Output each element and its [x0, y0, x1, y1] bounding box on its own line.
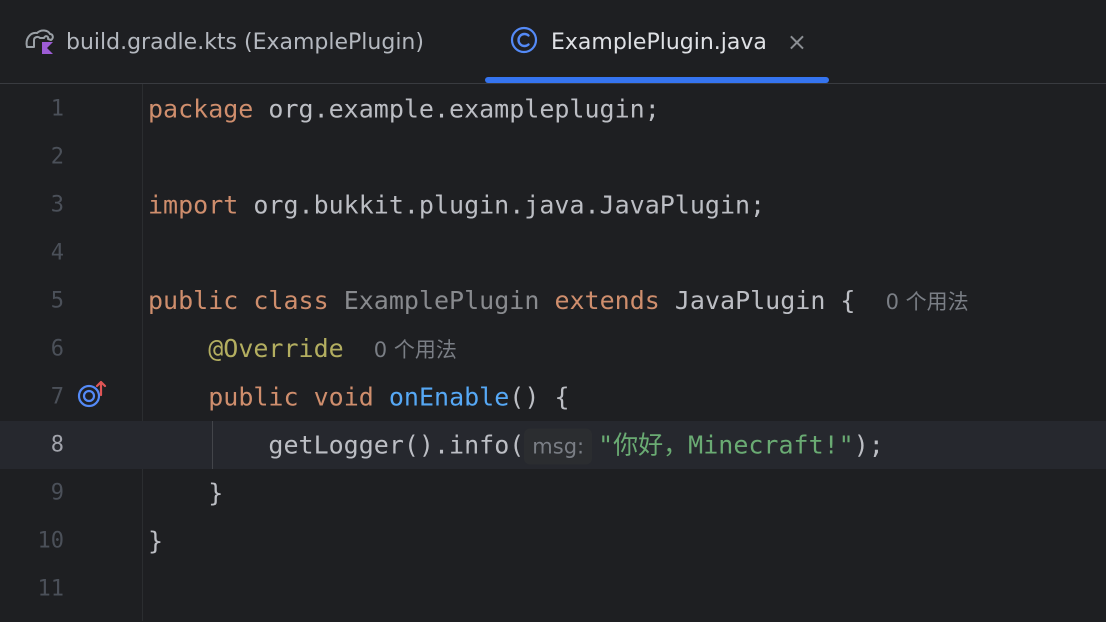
code-line[interactable]: 11	[0, 565, 1106, 613]
string-literal: "你好，Minecraft!"	[598, 430, 854, 460]
code-token: org.example.exampleplugin;	[253, 94, 660, 124]
code-token: org.bukkit.plugin.java.JavaPlugin;	[238, 190, 766, 220]
code-token: );	[853, 430, 884, 460]
usages-hint[interactable]: 0 个用法	[374, 338, 457, 362]
code-line[interactable]: 5 public class ExamplePlugin extends Jav…	[0, 277, 1106, 325]
line-number: 3	[50, 192, 64, 218]
close-icon[interactable]: ×	[787, 30, 807, 54]
tab-example-plugin-java[interactable]: ExamplePlugin.java ×	[509, 0, 807, 84]
keyword: public	[208, 382, 299, 412]
code-editor[interactable]: 1 package org.example.exampleplugin; 2 3…	[0, 84, 1106, 621]
usages-hint[interactable]: 0 个用法	[886, 290, 969, 314]
active-tab-indicator	[485, 77, 829, 83]
line-number: 5	[50, 288, 64, 314]
code-text: package org.example.exampleplugin;	[148, 95, 660, 124]
code-text: getLogger().info(msg: "你好，Minecraft!");	[148, 426, 884, 465]
code-token: }	[208, 478, 224, 508]
code-text: import org.bukkit.plugin.java.JavaPlugin…	[148, 191, 765, 220]
code-text: public void onEnable() {	[148, 382, 570, 412]
line-number: 9	[50, 480, 64, 506]
tab-build-gradle[interactable]: build.gradle.kts (ExamplePlugin)	[22, 0, 424, 84]
code-line[interactable]: 1 package org.example.exampleplugin;	[0, 85, 1106, 133]
editor-tab-bar: build.gradle.kts (ExamplePlugin) Example…	[0, 0, 1106, 84]
line-number: 7	[50, 384, 64, 410]
keyword: class	[253, 286, 329, 315]
parameter-hint: msg:	[524, 428, 593, 465]
code-text: }	[148, 479, 223, 508]
code-text: public class ExamplePlugin extends JavaP…	[148, 286, 969, 316]
annotation: @Override	[208, 334, 344, 363]
keyword: extends	[554, 286, 660, 315]
tab-label: build.gradle.kts (ExamplePlugin)	[66, 29, 424, 55]
tab-label: ExamplePlugin.java	[551, 29, 767, 55]
overrides-method-icon[interactable]	[76, 379, 110, 409]
line-number: 2	[50, 144, 64, 170]
class-name: ExamplePlugin	[343, 286, 540, 315]
code-token: {	[825, 286, 856, 315]
code-line[interactable]: 4	[0, 229, 1106, 277]
line-number: 8	[50, 432, 64, 458]
keyword: void	[313, 382, 374, 412]
current-code-line[interactable]: 8 getLogger().info(msg: "你好，Minecraft!");	[0, 421, 1106, 469]
code-text: @Override 0 个用法	[148, 334, 457, 364]
code-token: () {	[509, 382, 570, 412]
code-token: getLogger().info(	[268, 430, 525, 460]
line-number: 11	[37, 576, 65, 602]
code-token: }	[148, 526, 164, 556]
code-line[interactable]: 3 import org.bukkit.plugin.java.JavaPlug…	[0, 181, 1106, 229]
keyword: import	[148, 190, 239, 220]
keyword: package	[148, 94, 254, 124]
code-line[interactable]: 6 @Override 0 个用法	[0, 325, 1106, 373]
code-line[interactable]: 10 }	[0, 517, 1106, 565]
line-number: 1	[50, 96, 64, 122]
code-line[interactable]: 7 public void onEnable() {	[0, 373, 1106, 421]
code-line[interactable]: 9 }	[0, 469, 1106, 517]
code-text: }	[148, 527, 163, 556]
code-line[interactable]: 2	[0, 133, 1106, 181]
method-name: onEnable	[388, 382, 510, 412]
superclass-name: JavaPlugin	[674, 286, 826, 315]
line-number: 4	[50, 240, 64, 266]
keyword: public	[148, 286, 239, 315]
indent-guide	[212, 421, 213, 469]
gradle-kotlin-icon	[22, 25, 56, 59]
line-number: 10	[37, 528, 65, 554]
line-number: 6	[50, 336, 64, 362]
java-class-icon	[509, 25, 539, 59]
